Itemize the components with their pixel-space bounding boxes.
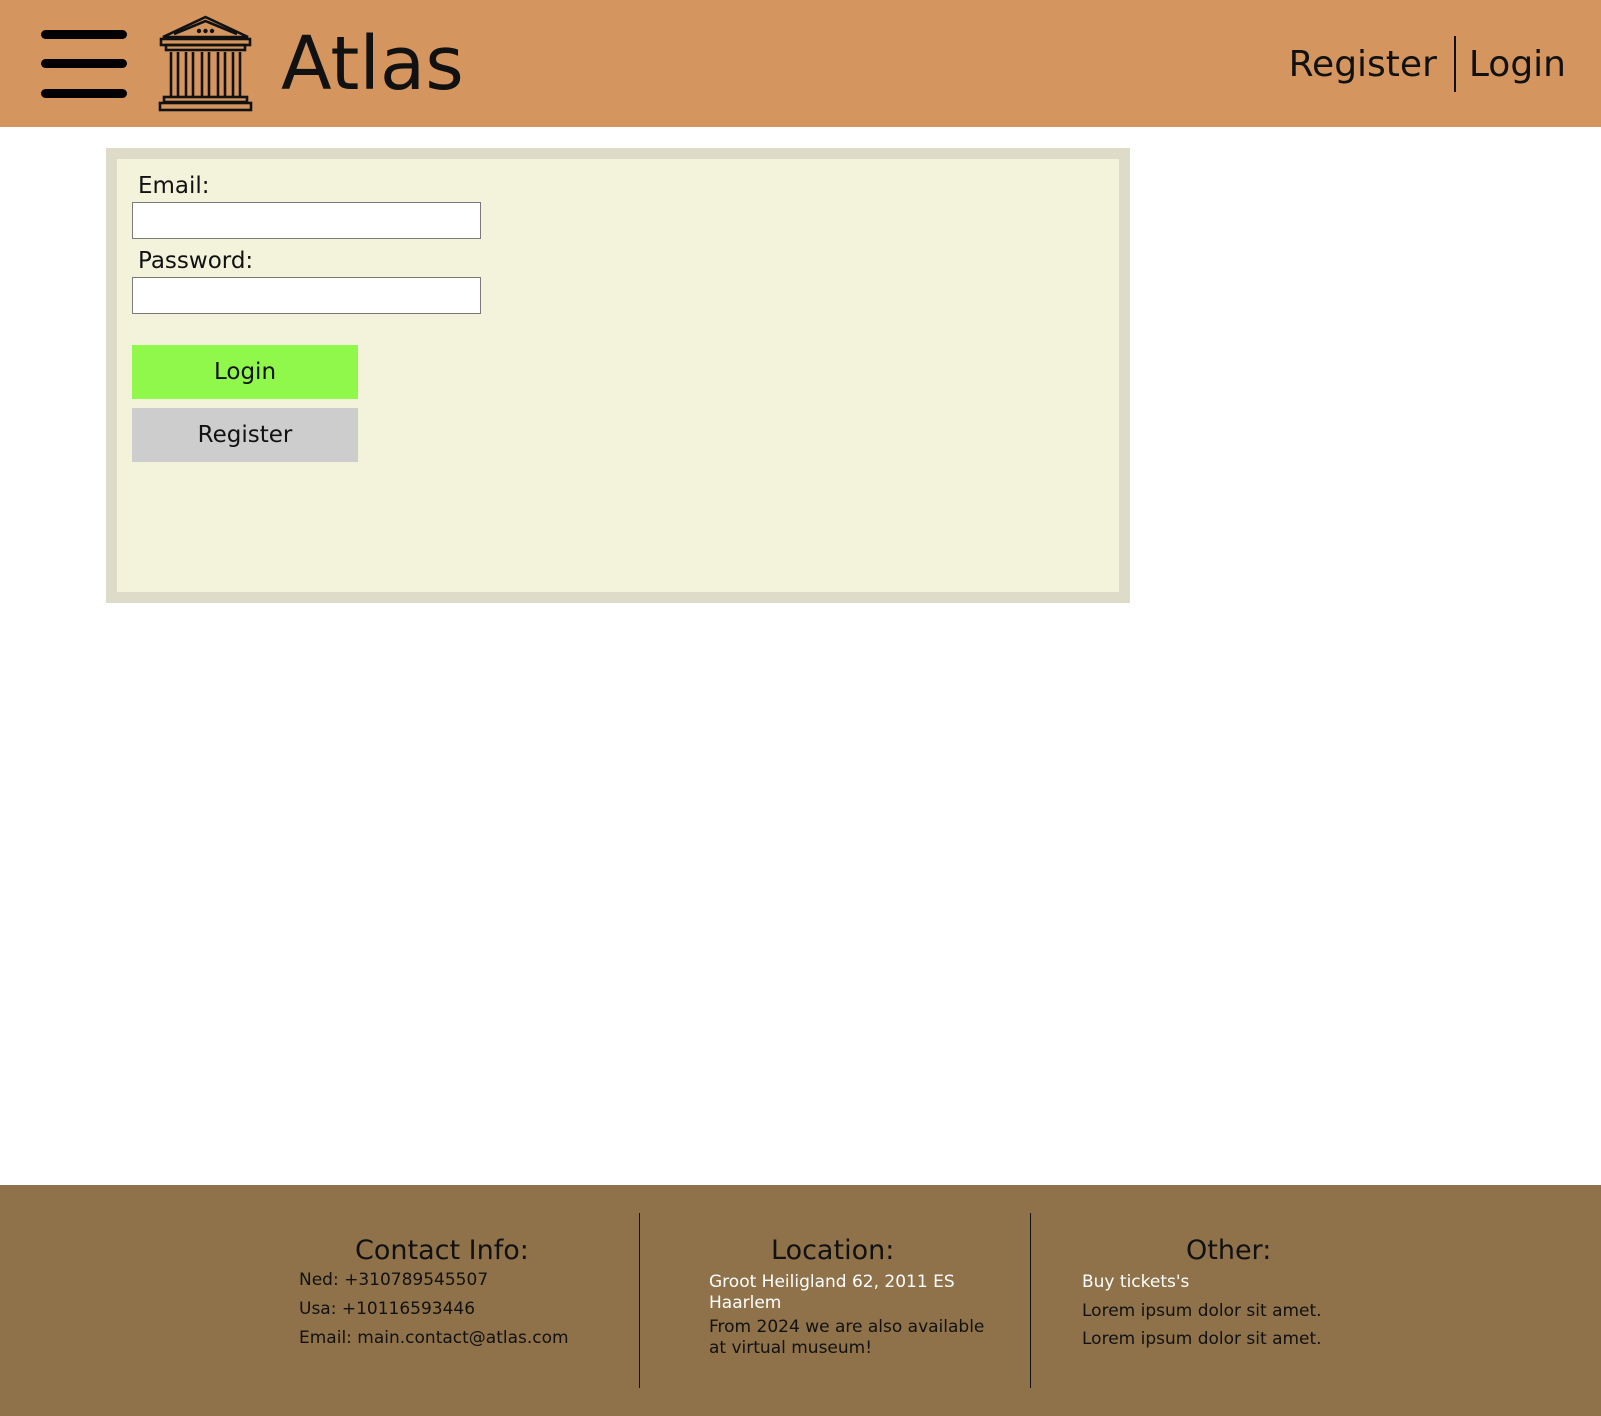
password-label: Password: [138, 248, 254, 274]
email-field[interactable] [132, 202, 481, 239]
footer-divider [1030, 1213, 1031, 1388]
nav-login-link[interactable]: Login [1469, 44, 1566, 85]
top-nav: Register Login [1289, 36, 1566, 92]
contact-phone-ned: Ned: +310789545507 [299, 1270, 489, 1290]
contact-info-heading: Contact Info: [355, 1235, 529, 1266]
login-panel-frame: Email: Password: Login Register [106, 148, 1130, 603]
other-link[interactable]: Lorem ipsum dolor sit amet. [1082, 1329, 1322, 1350]
site-header: Atlas Register Login [0, 0, 1601, 127]
login-form: Email: Password: Login Register [117, 159, 1119, 592]
other-section: Other: Buy tickets's Lorem ipsum dolor s… [1082, 1185, 1382, 1416]
location-note: From 2024 we are also available at virtu… [709, 1317, 985, 1358]
buy-tickets-link[interactable]: Buy tickets's [1082, 1272, 1189, 1293]
nav-register-link[interactable]: Register [1289, 44, 1437, 85]
other-heading: Other: [1186, 1235, 1272, 1266]
brand-name[interactable]: Atlas [281, 22, 464, 106]
register-button[interactable]: Register [132, 408, 358, 462]
other-link[interactable]: Lorem ipsum dolor sit amet. [1082, 1301, 1322, 1322]
contact-info-section: Contact Info: Ned: +310789545507 Usa: +1… [299, 1185, 639, 1416]
nav-divider [1453, 36, 1456, 92]
password-field[interactable] [132, 277, 481, 314]
location-address: Groot Heiligland 62, 2011 ES Haarlem [709, 1272, 955, 1313]
email-label: Email: [138, 173, 210, 199]
menu-icon[interactable] [41, 30, 127, 98]
site-footer: Contact Info: Ned: +310789545507 Usa: +1… [0, 1185, 1601, 1416]
location-heading: Location: [771, 1235, 895, 1266]
login-button[interactable]: Login [132, 345, 358, 399]
contact-phone-usa: Usa: +10116593446 [299, 1299, 476, 1319]
location-section: Location: Groot Heiligland 62, 2011 ES H… [709, 1185, 1009, 1416]
footer-divider [639, 1213, 640, 1388]
contact-email[interactable]: Email: main.contact@atlas.com [299, 1328, 569, 1349]
museum-icon [158, 15, 253, 112]
